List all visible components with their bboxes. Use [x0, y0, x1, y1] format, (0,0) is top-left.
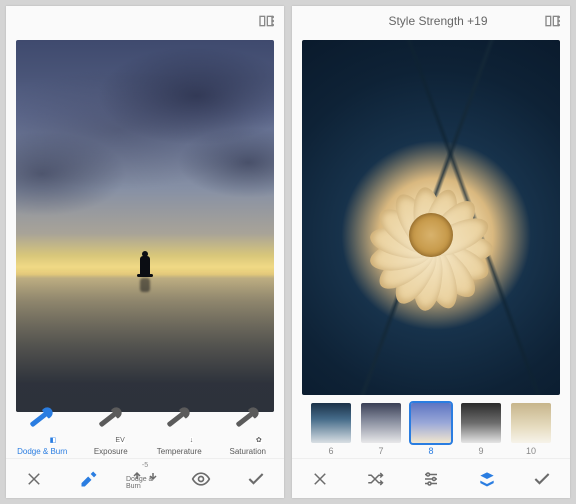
cancel-button[interactable] [15, 464, 53, 494]
visibility-button[interactable] [182, 464, 220, 494]
flower-center [409, 213, 453, 257]
apply-button[interactable] [237, 464, 275, 494]
brush-icon [30, 411, 49, 427]
brush-tool-strip: ◧ Dodge & Burn EV Exposure ↓ Temperature… [6, 414, 284, 458]
editor-panel-selective-brush: ◧ Dodge & Burn EV Exposure ↓ Temperature… [6, 6, 284, 498]
filter-10[interactable]: 10 [511, 403, 551, 456]
filter-8[interactable]: 8 [411, 403, 451, 456]
filter-label: 10 [526, 446, 536, 456]
edited-photo-flower [302, 40, 560, 395]
compare-icon[interactable] [258, 13, 274, 29]
stack-icon [477, 469, 497, 489]
bottom-bar-right [292, 458, 570, 498]
filter-label: 8 [428, 446, 433, 456]
brush-icon [79, 469, 99, 489]
topbar-title-right: Style Strength +19 [332, 14, 544, 28]
tool-label: Temperature [157, 447, 202, 456]
filter-label: 9 [478, 446, 483, 456]
brush-icon [235, 411, 254, 427]
badge-ev: EV [115, 437, 124, 444]
topbar-right: Style Strength +19 [292, 6, 570, 36]
shuffle-button[interactable] [356, 464, 394, 494]
canvas-right[interactable] [292, 36, 570, 397]
topbar-left [6, 6, 284, 36]
brush-icon [98, 411, 117, 427]
value-top: -5 [142, 462, 148, 469]
walking-figure-silhouette [140, 256, 150, 276]
canvas-left[interactable] [6, 36, 284, 414]
filter-7[interactable]: 7 [361, 403, 401, 456]
tool-label: Dodge & Burn [17, 447, 67, 456]
sliders-icon [422, 470, 440, 488]
badge-temp: ↓ [190, 437, 194, 444]
compare-icon[interactable] [544, 13, 560, 29]
editor-panel-filter: Style Strength +19 [292, 6, 570, 498]
tool-temperature[interactable]: ↓ Temperature [149, 420, 209, 456]
brush-icon [167, 411, 186, 427]
filter-9[interactable]: 9 [461, 403, 501, 456]
filter-thumbnails: 6 7 8 9 10 [292, 397, 570, 458]
filter-label: 6 [328, 446, 333, 456]
bottom-bar-left: -5 Dodge & Burn [6, 458, 284, 498]
cancel-button[interactable] [301, 464, 339, 494]
brush-mode-button[interactable] [70, 464, 108, 494]
badge-dodgeburn: ◧ [50, 437, 57, 444]
close-icon [25, 470, 43, 488]
check-icon [246, 469, 266, 489]
tool-label: Saturation [230, 447, 266, 456]
eye-icon [191, 469, 211, 489]
tool-dodge-burn[interactable]: ◧ Dodge & Burn [12, 420, 72, 456]
badge-sat: ✿ [256, 437, 262, 444]
filter-6[interactable]: 6 [311, 403, 351, 456]
styles-button[interactable] [468, 464, 506, 494]
apply-button[interactable] [523, 464, 561, 494]
tool-label: Exposure [94, 447, 128, 456]
shuffle-icon [366, 470, 384, 488]
tool-saturation[interactable]: ✿ Saturation [218, 420, 278, 456]
filter-label: 7 [378, 446, 383, 456]
edited-photo-sunset [16, 40, 274, 412]
adjust-button[interactable] [412, 464, 450, 494]
value-stepper[interactable]: -5 Dodge & Burn [126, 464, 164, 494]
close-icon [311, 470, 329, 488]
check-icon [532, 469, 552, 489]
tool-exposure[interactable]: EV Exposure [81, 420, 141, 456]
